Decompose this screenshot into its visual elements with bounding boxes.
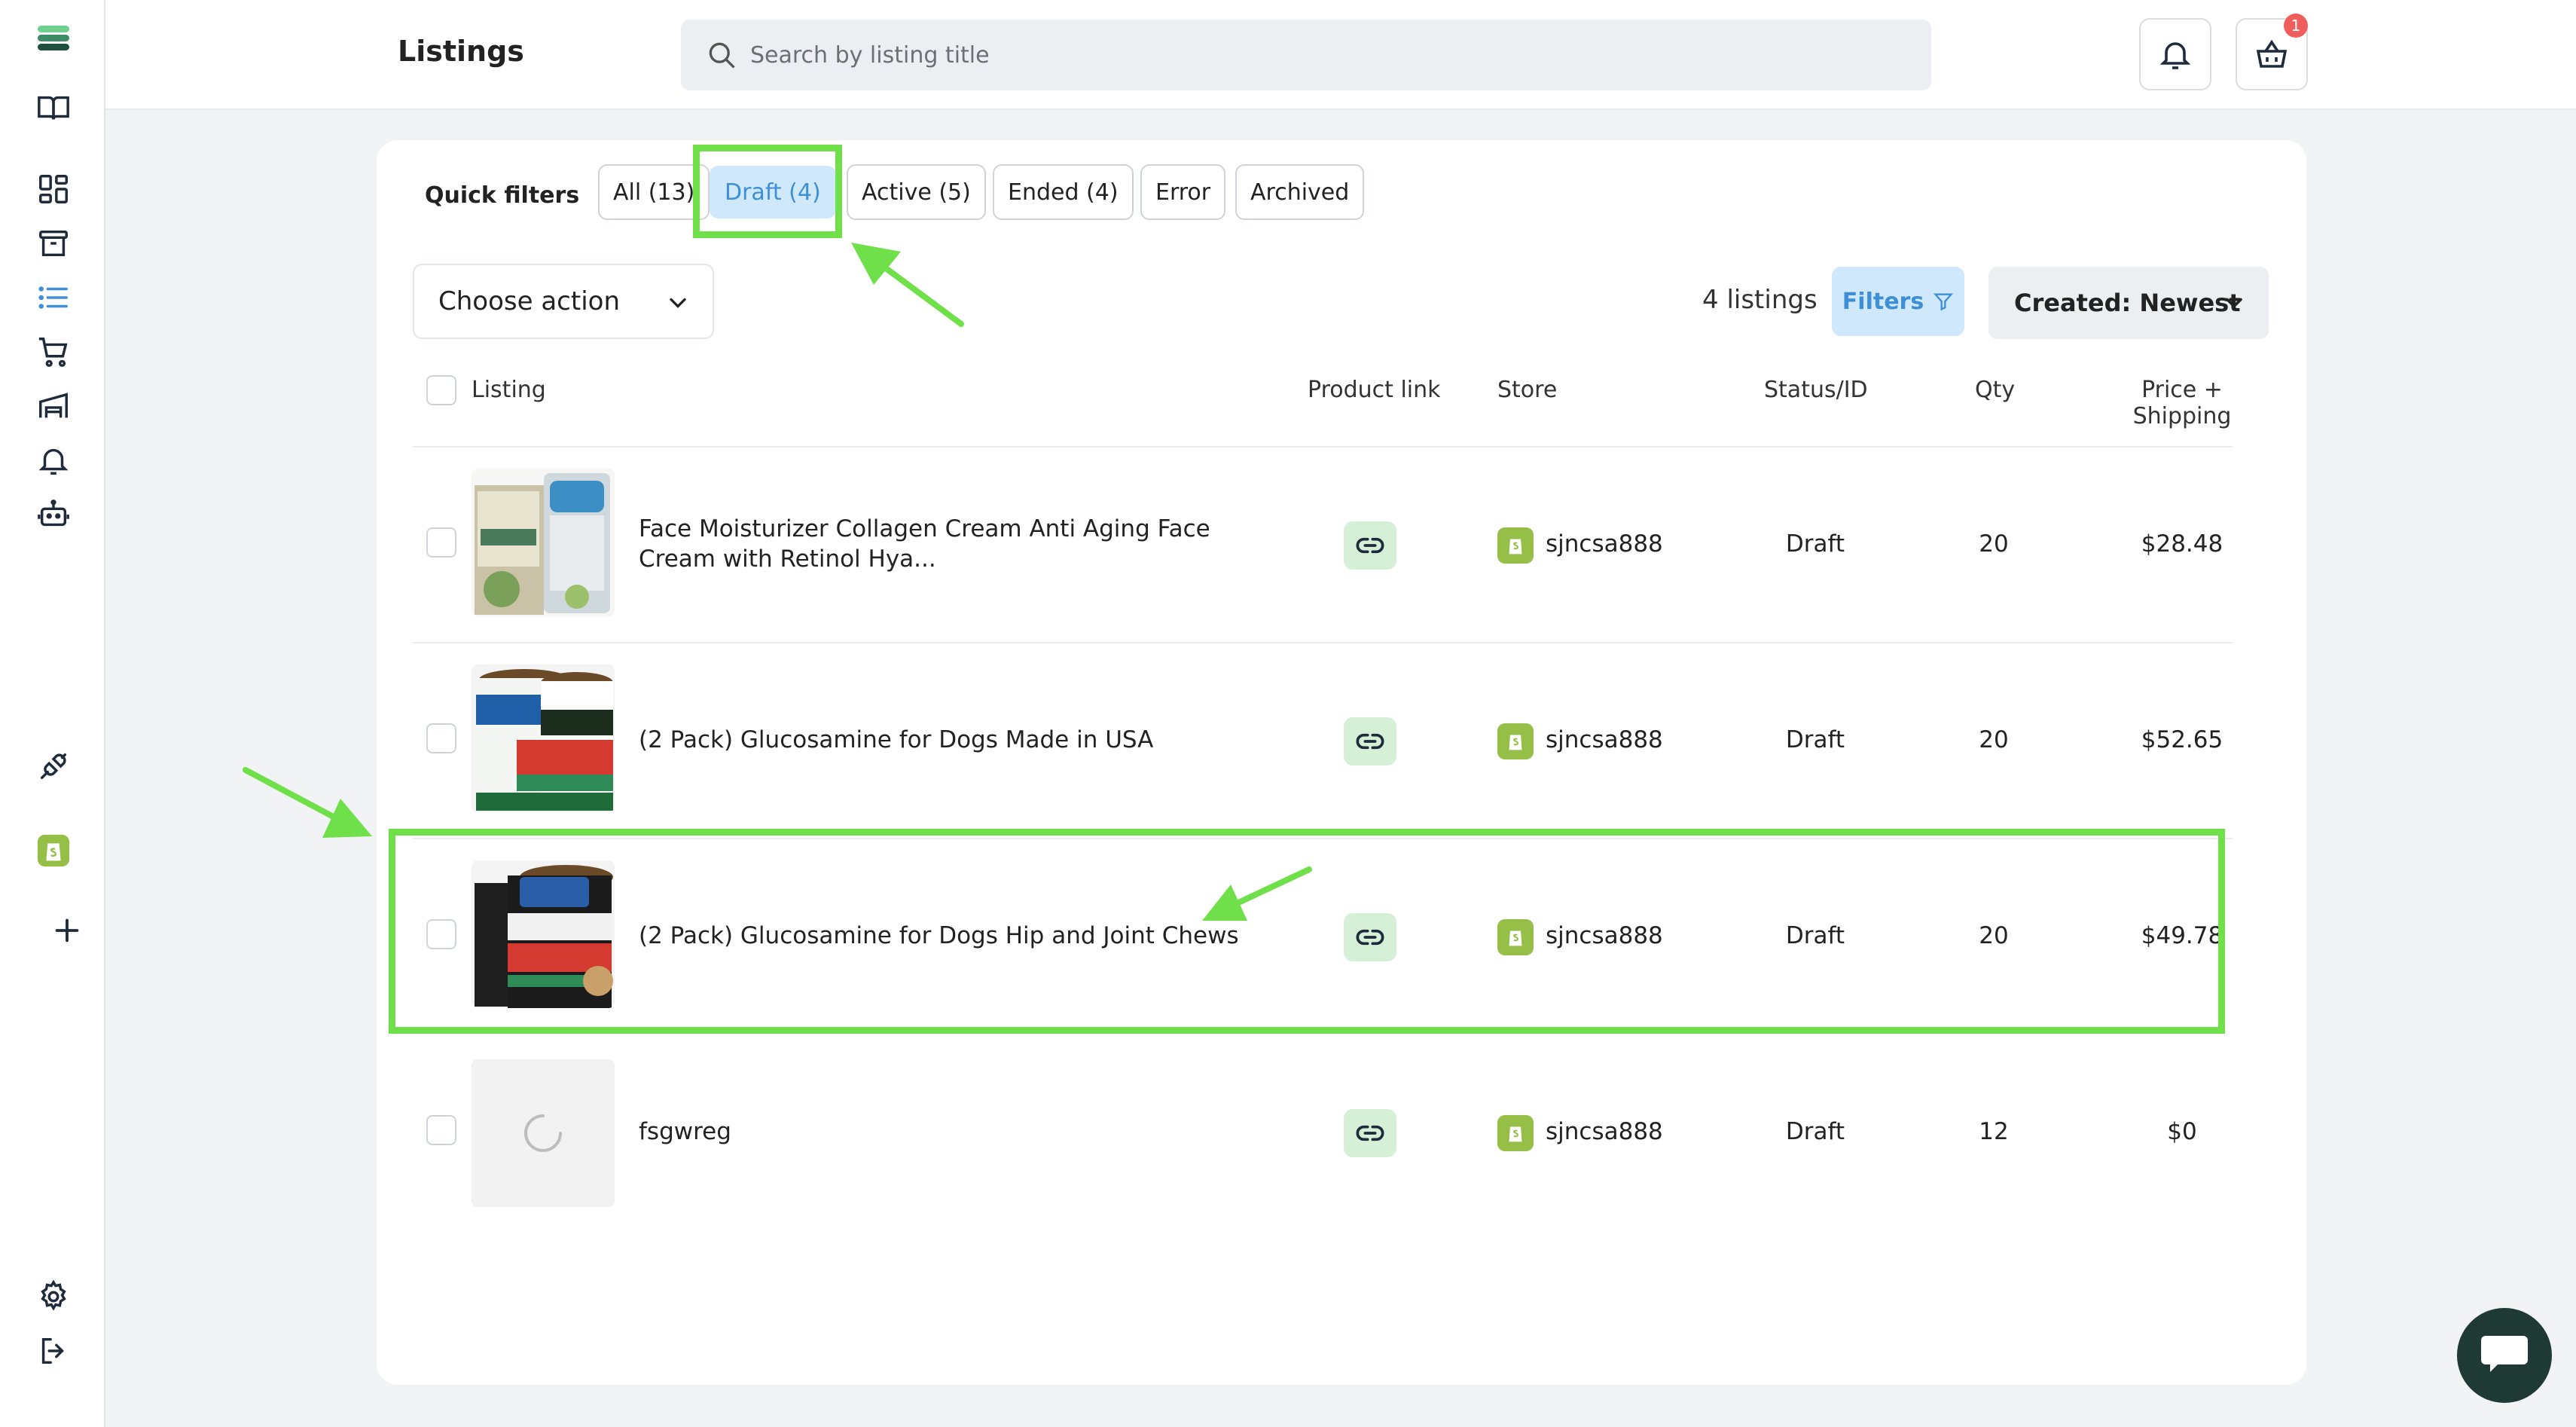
annotation-arrows bbox=[243, 243, 1312, 921]
chat-button[interactable] bbox=[2457, 1308, 2552, 1403]
chat-bubble-icon bbox=[2481, 1336, 2528, 1372]
